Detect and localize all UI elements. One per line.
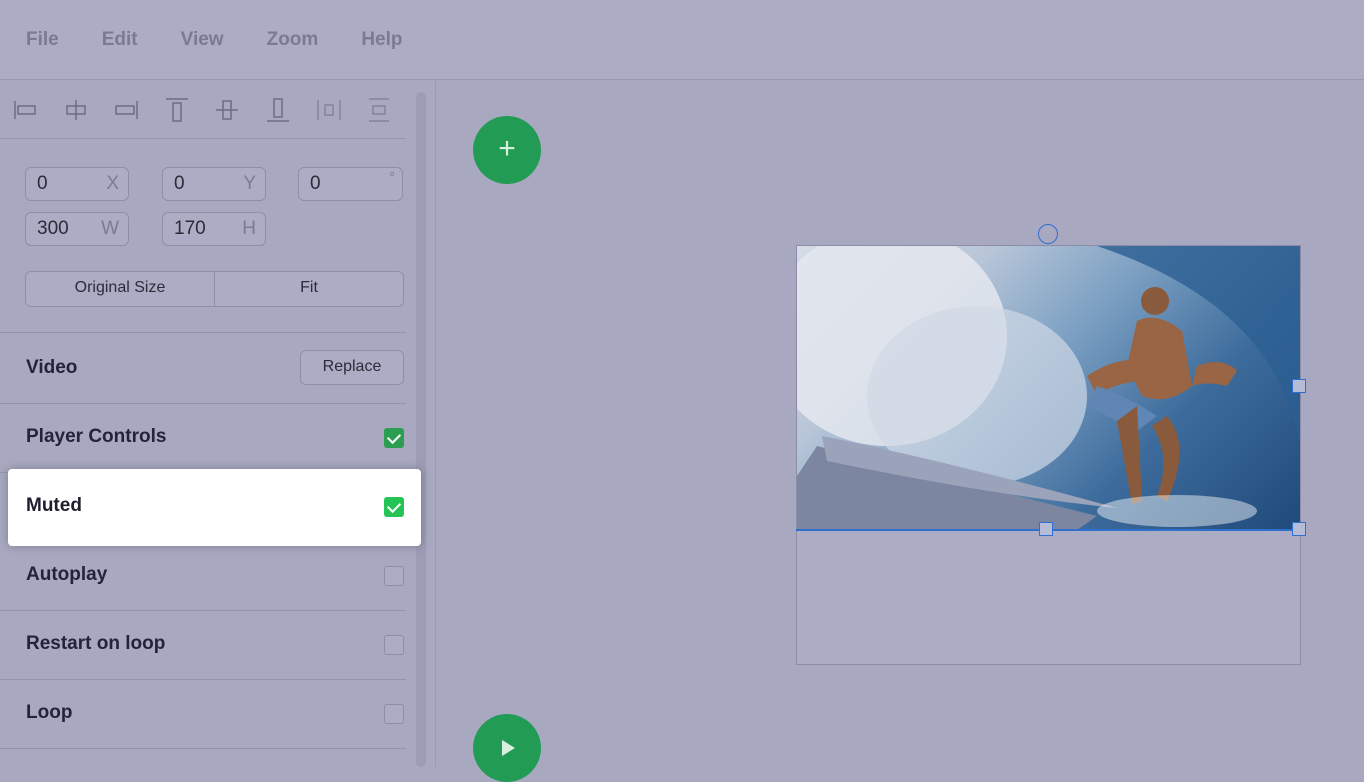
align-toolbar (0, 80, 406, 139)
size-button-group: Original Size Fit (25, 271, 404, 307)
distribute-vertical-icon[interactable] (365, 96, 393, 124)
muted-row: Muted (8, 469, 421, 546)
divider (0, 332, 406, 333)
restart-on-loop-checkbox[interactable] (384, 635, 404, 655)
sidebar-scrollbar[interactable] (416, 92, 426, 767)
height-unit: H (242, 218, 256, 239)
distribute-horizontal-icon[interactable] (315, 96, 343, 124)
y-unit: Y (243, 173, 256, 194)
x-field[interactable]: 0 X (25, 167, 129, 201)
x-unit: X (106, 173, 119, 194)
menu-zoom[interactable]: Zoom (267, 29, 319, 51)
width-unit: W (101, 218, 119, 239)
player-controls-label: Player Controls (26, 426, 167, 447)
width-value: 300 (37, 218, 69, 239)
align-center-horizontal-icon[interactable] (62, 96, 90, 124)
menu-file[interactable]: File (26, 29, 59, 51)
menu-edit[interactable]: Edit (102, 29, 138, 51)
add-button[interactable]: + (473, 116, 541, 184)
rotation-unit: ° (389, 169, 395, 186)
resize-handle-bottom[interactable] (1039, 522, 1053, 536)
play-icon (502, 740, 515, 756)
x-value: 0 (37, 173, 48, 194)
muted-checkbox[interactable] (384, 497, 404, 517)
player-controls-checkbox[interactable] (384, 428, 404, 448)
original-size-button[interactable]: Original Size (26, 272, 215, 306)
height-value: 170 (174, 218, 206, 239)
autoplay-label: Autoplay (26, 564, 108, 585)
menu-help[interactable]: Help (361, 29, 402, 51)
divider (0, 403, 406, 404)
menu-bar: File Edit View Zoom Help (0, 0, 1364, 80)
align-right-icon[interactable] (112, 96, 140, 124)
divider (0, 610, 406, 611)
restart-on-loop-label: Restart on loop (26, 633, 166, 654)
video-preview[interactable] (797, 246, 1300, 530)
rotate-handle[interactable] (1038, 224, 1058, 244)
y-value: 0 (174, 173, 185, 194)
play-button[interactable] (473, 714, 541, 782)
resize-handle-right[interactable] (1292, 379, 1306, 393)
video-label: Video (26, 357, 78, 378)
loop-checkbox[interactable] (384, 704, 404, 724)
rotation-value: 0 (310, 173, 321, 194)
align-left-icon[interactable] (12, 96, 40, 124)
resize-handle-bottom-right[interactable] (1292, 522, 1306, 536)
width-field[interactable]: 300 W (25, 212, 129, 246)
autoplay-checkbox[interactable] (384, 566, 404, 586)
align-top-icon[interactable] (163, 96, 191, 124)
rotation-field[interactable]: 0 ° (298, 167, 403, 201)
align-bottom-icon[interactable] (264, 96, 292, 124)
height-field[interactable]: 170 H (162, 212, 266, 246)
align-center-vertical-icon[interactable] (213, 96, 241, 124)
divider (0, 748, 406, 749)
divider (0, 679, 406, 680)
fit-button[interactable]: Fit (215, 272, 403, 306)
menu-view[interactable]: View (181, 29, 224, 51)
loop-label: Loop (26, 702, 73, 723)
y-field[interactable]: 0 Y (162, 167, 266, 201)
replace-button[interactable]: Replace (300, 350, 404, 385)
muted-label: Muted (26, 495, 82, 516)
